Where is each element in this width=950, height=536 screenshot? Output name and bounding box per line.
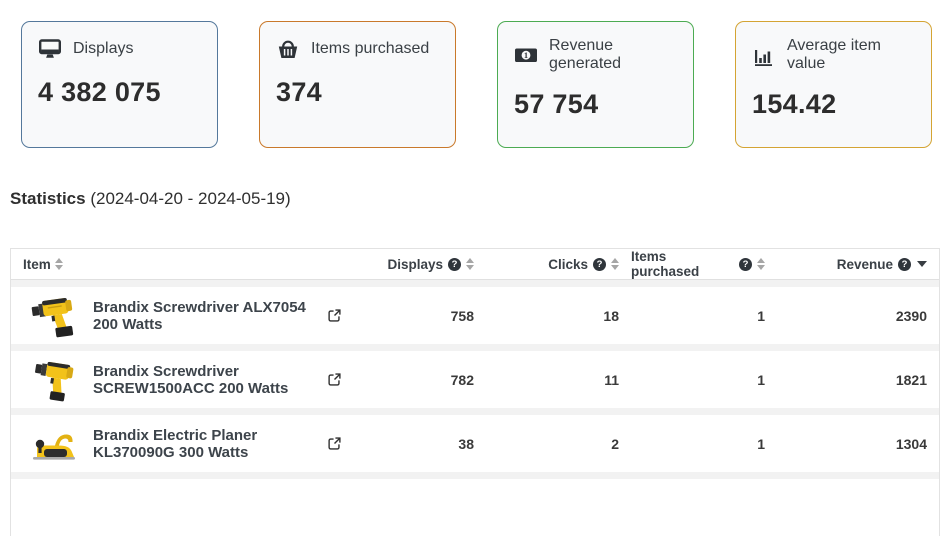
help-icon[interactable]: ? (448, 258, 461, 271)
stat-card-label: Items purchased (311, 40, 429, 58)
statistics-date-range: (2024-04-20 - 2024-05-19) (90, 189, 290, 208)
statistics-title: Statistics (10, 189, 86, 208)
bar-chart-icon (752, 43, 776, 67)
column-header-label: Displays (387, 257, 443, 272)
external-link-icon (328, 437, 341, 450)
clicks-value: 11 (486, 372, 631, 388)
product-image-planer (29, 419, 81, 469)
money-bill-icon: 1 (514, 43, 538, 67)
row-separator (11, 408, 939, 415)
help-icon[interactable]: ? (593, 258, 606, 271)
stat-cards: Displays 4 382 075 Items purchased 374 (0, 0, 950, 148)
column-header-item[interactable]: Item (11, 257, 341, 272)
displays-value: 758 (341, 308, 486, 324)
stat-card-label: Average item value (787, 37, 915, 73)
column-header-label: Item (23, 257, 51, 272)
stat-card-value: 154.42 (752, 89, 915, 120)
items-purchased-value: 1 (631, 308, 777, 324)
table-row (11, 479, 939, 536)
table-row: Brandix Electric Planer KL370090G 300 Wa… (11, 415, 939, 472)
stat-card-items-purchased: Items purchased 374 (259, 21, 456, 148)
statistics-heading: Statistics (2024-04-20 - 2024-05-19) (10, 188, 950, 210)
row-separator (11, 280, 939, 287)
column-header-displays[interactable]: Displays ? (341, 257, 486, 272)
table-row: Brandix Screwdriver SCREW1500ACC 200 Wat… (11, 351, 939, 408)
statistics-table: Item Displays ? Clicks ? Items purchased… (10, 248, 940, 536)
item-cell: Brandix Electric Planer KL370090G 300 Wa… (11, 419, 341, 469)
stat-card-revenue: 1 Revenue generated 57 754 (497, 21, 694, 148)
revenue-value: 1821 (777, 372, 939, 388)
column-header-clicks[interactable]: Clicks ? (486, 257, 631, 272)
product-image-drill (29, 355, 81, 405)
column-header-label: Clicks (548, 257, 588, 272)
sort-icon (611, 258, 619, 270)
product-link[interactable]: Brandix Electric Planer KL370090G 300 Wa… (81, 427, 341, 461)
sort-icon (55, 258, 63, 270)
product-name: Brandix Screwdriver SCREW1500ACC 200 Wat… (93, 363, 323, 397)
clicks-value: 18 (486, 308, 631, 324)
external-link-icon (328, 309, 341, 322)
sort-icon (757, 258, 765, 270)
svg-text:1: 1 (524, 50, 528, 60)
product-link[interactable]: Brandix Screwdriver SCREW1500ACC 200 Wat… (81, 363, 341, 397)
revenue-value: 1304 (777, 436, 939, 452)
stat-card-label: Displays (73, 40, 133, 58)
table-header-row: Item Displays ? Clicks ? Items purchased… (11, 249, 939, 280)
external-link-icon (328, 373, 341, 386)
displays-value: 782 (341, 372, 486, 388)
row-separator (11, 472, 939, 479)
clicks-value: 2 (486, 436, 631, 452)
stat-card-label: Revenue generated (549, 37, 677, 73)
basket-icon (276, 37, 300, 61)
product-image-drill (29, 291, 81, 341)
revenue-value: 2390 (777, 308, 939, 324)
product-link[interactable]: Brandix Screwdriver ALX7054 200 Watts (81, 299, 341, 333)
table-row: Brandix Screwdriver ALX7054 200 Watts 75… (11, 287, 939, 344)
column-header-label: Revenue (837, 257, 893, 272)
row-separator (11, 344, 939, 351)
column-header-items-purchased[interactable]: Items purchased ? (631, 249, 777, 279)
product-name: Brandix Screwdriver ALX7054 200 Watts (93, 299, 323, 333)
column-header-label: Items purchased (631, 249, 734, 279)
stat-card-value: 57 754 (514, 89, 677, 120)
displays-value: 38 (341, 436, 486, 452)
stat-card-displays: Displays 4 382 075 (21, 21, 218, 148)
items-purchased-value: 1 (631, 436, 777, 452)
column-header-revenue[interactable]: Revenue ? (777, 257, 939, 272)
stat-card-value: 374 (276, 77, 439, 108)
item-cell: Brandix Screwdriver SCREW1500ACC 200 Wat… (11, 355, 341, 405)
stat-card-value: 4 382 075 (38, 77, 201, 108)
product-name: Brandix Electric Planer KL370090G 300 Wa… (93, 427, 323, 461)
items-purchased-value: 1 (631, 372, 777, 388)
help-icon[interactable]: ? (739, 258, 752, 271)
stat-card-average-item-value: Average item value 154.42 (735, 21, 932, 148)
sort-icon (466, 258, 474, 270)
display-icon (38, 37, 62, 61)
item-cell: Brandix Screwdriver ALX7054 200 Watts (11, 291, 341, 341)
sort-descending-icon (917, 261, 927, 267)
help-icon[interactable]: ? (898, 258, 911, 271)
